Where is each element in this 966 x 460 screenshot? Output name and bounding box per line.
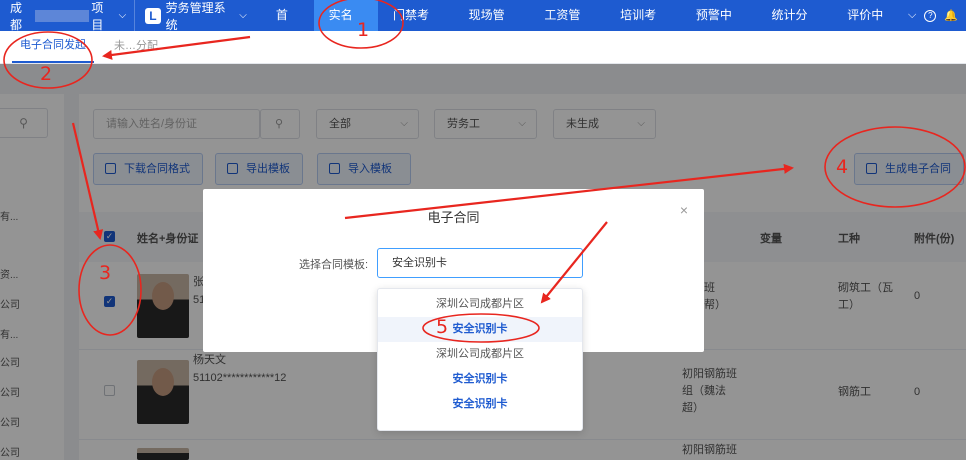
annotation-number-2: 2 (40, 63, 53, 85)
template-option[interactable]: 安全识别卡 (378, 367, 582, 392)
template-option[interactable]: 安全识别卡 (378, 317, 582, 342)
bell-icon[interactable]: 🔔 (944, 9, 958, 22)
menu-home[interactable]: 首页 (261, 0, 314, 53)
annotation-number-4: 4 (836, 156, 849, 178)
annotation-number-5: 5 (436, 316, 449, 338)
tab-contract-initiate[interactable]: 电子合同发起 (12, 30, 94, 63)
help-icon[interactable]: ? (924, 9, 937, 22)
chevron-down-icon: ⌵ (239, 10, 247, 21)
menu-statistics[interactable]: 统计分析 (757, 0, 833, 53)
project-prefix: 成都 (10, 0, 23, 32)
template-option[interactable]: 深圳公司成都片区 (378, 292, 582, 317)
template-dropdown: 深圳公司成都片区 安全识别卡 深圳公司成都片区 安全识别卡 安全识别卡 (377, 288, 583, 431)
system-logo-icon: L (145, 7, 161, 24)
top-nav: 成都 项目 ⌵ L 劳务管理系统 ⌵ 首页 实名制 门禁考勤 现场管理 工资管理… (0, 0, 966, 53)
template-option[interactable]: 深圳公司成都片区 (378, 342, 582, 367)
annotation-number-1: 1 (357, 19, 370, 41)
expand-chevron-icon[interactable]: ⌵ (908, 9, 916, 22)
menu-access-attendance[interactable]: 门禁考勤 (378, 0, 454, 53)
menu-evaluation-center[interactable]: 评价中心 (832, 0, 908, 53)
menu-wage-management[interactable]: 工资管理 (529, 0, 605, 53)
system-name: 劳务管理系统 (165, 0, 226, 32)
template-label: 选择合同模板: (299, 259, 369, 271)
project-suffix: 项目 (91, 0, 104, 32)
system-selector[interactable]: L 劳务管理系统 ⌵ (135, 0, 261, 32)
template-select[interactable]: 安全识别卡 (377, 248, 583, 278)
close-icon[interactable]: × (680, 202, 688, 218)
sub-tabs: 电子合同发起 未…分配 (0, 31, 966, 64)
chevron-down-icon: ⌵ (118, 10, 127, 21)
menu-warning-center[interactable]: 预警中心 (681, 0, 757, 53)
nav-right-tools: ⌵ ? 🔔 (908, 0, 966, 31)
menu-training-exam[interactable]: 培训考试 (605, 0, 681, 53)
project-selector[interactable]: 成都 项目 ⌵ (0, 0, 134, 32)
menu-site-management[interactable]: 现场管理 (454, 0, 530, 53)
redacted-text (35, 9, 90, 22)
tab-unassigned[interactable]: 未…分配 (106, 30, 166, 63)
annotation-number-3: 3 (99, 262, 112, 284)
dialog-title: 电子合同 (427, 210, 480, 225)
template-option[interactable]: 安全识别卡 (378, 392, 582, 417)
